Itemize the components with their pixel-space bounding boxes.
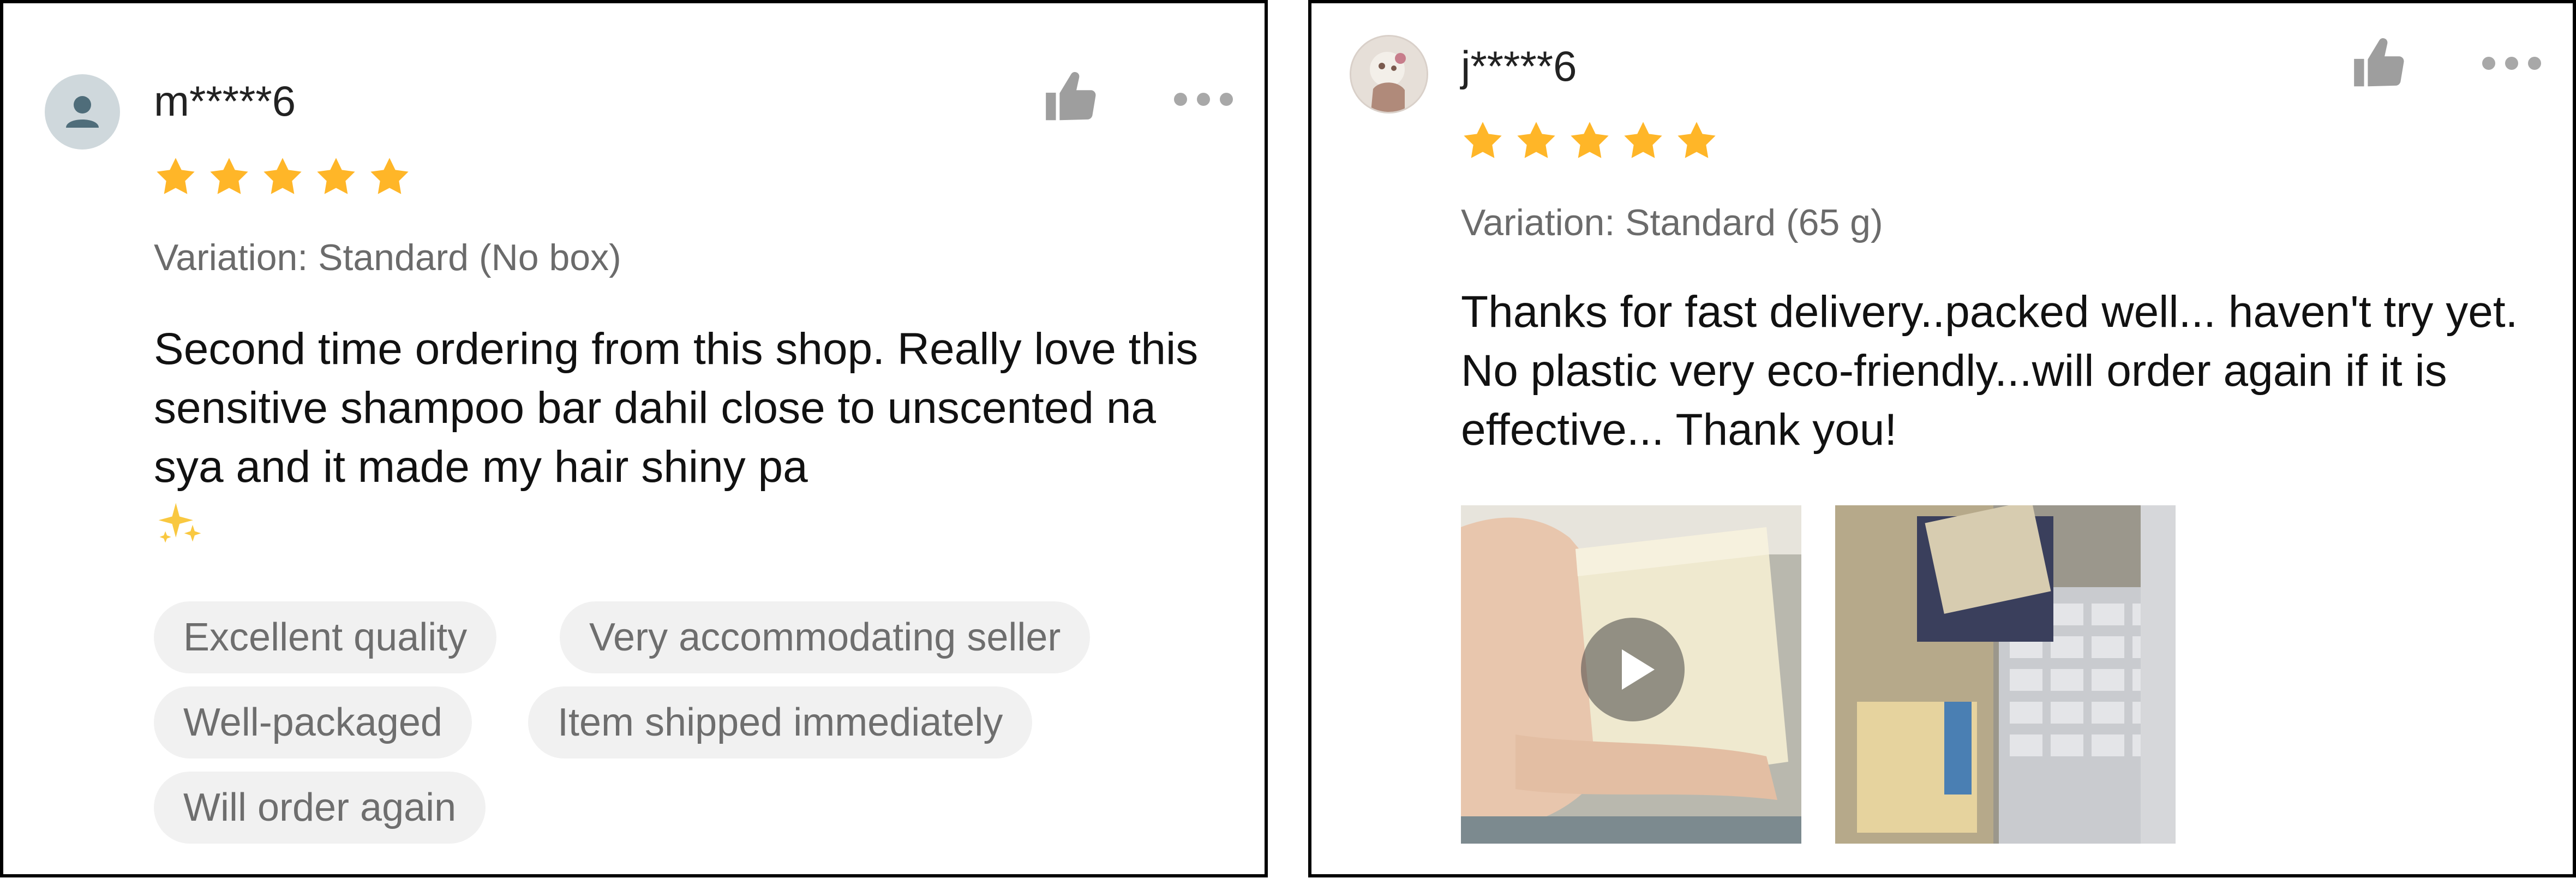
- star-icon: [1571, 122, 1609, 158]
- star-rating: [154, 155, 411, 199]
- review-photo[interactable]: [1835, 505, 2176, 844]
- star-icon: [210, 158, 248, 194]
- variation-label: Variation: Standard (No box): [154, 237, 621, 278]
- star-icon: [1678, 122, 1716, 158]
- avatar[interactable]: [45, 74, 120, 150]
- tag-well-packaged: Well-packaged: [154, 686, 472, 758]
- star-rating: [1461, 119, 1718, 163]
- default-user-icon: [66, 96, 99, 128]
- play-icon[interactable]: [1581, 618, 1685, 721]
- star-icon: [1624, 122, 1662, 158]
- star-icon: [317, 158, 355, 194]
- star-icon: [157, 158, 195, 194]
- review-card: m*****6 Variation: Standard (No box) Sec…: [0, 0, 1268, 877]
- review-video-thumbnail[interactable]: [1461, 505, 1801, 844]
- review-text-body: Second time ordering from this shop. Rea…: [154, 324, 1199, 492]
- tag-very-accommodating-seller: Very accommodating seller: [560, 601, 1091, 673]
- profile-photo: [1351, 37, 1427, 112]
- tag-excellent-quality: Excellent quality: [154, 601, 497, 673]
- thumbs-up-icon[interactable]: [2349, 34, 2409, 94]
- more-options-icon[interactable]: [1171, 88, 1236, 110]
- star-icon: [1464, 122, 1502, 158]
- tag-item-shipped-immediately: Item shipped immediately: [528, 686, 1033, 758]
- tag-will-order-again: Will order again: [154, 772, 486, 844]
- star-icon: [263, 158, 302, 194]
- review-text: Second time ordering from this shop. Rea…: [154, 320, 1201, 562]
- review-text: Thanks for fast delivery..packed well...…: [1461, 287, 2518, 455]
- avatar[interactable]: [1350, 35, 1428, 114]
- thumbs-up-icon[interactable]: [1041, 68, 1101, 128]
- review-card: j*****6 Variation: Standard (65 g) Thank…: [1308, 0, 2576, 877]
- sparkles-icon: [158, 503, 201, 543]
- reviewer-username[interactable]: m*****6: [154, 80, 296, 122]
- more-options-icon[interactable]: [2479, 52, 2544, 74]
- reviewer-username[interactable]: j*****6: [1461, 45, 1577, 87]
- review-photo-image: [1835, 505, 2176, 844]
- star-icon: [1517, 122, 1555, 158]
- star-icon: [370, 158, 409, 194]
- variation-label: Variation: Standard (65 g): [1461, 202, 1883, 243]
